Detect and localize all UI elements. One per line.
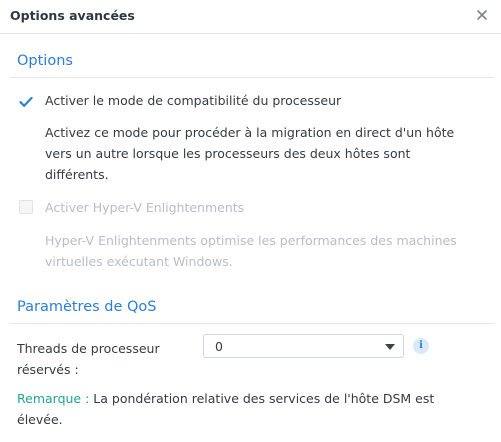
threads-label: Threads de processeur réservés : <box>17 338 160 380</box>
note-line: élevée. <box>17 412 63 427</box>
note-prefix: Remarque : <box>17 391 90 406</box>
hyperv-description: Hyper-V Enlightenments optimise les perf… <box>45 230 485 272</box>
checkmark-icon <box>19 96 33 107</box>
section-divider <box>10 323 494 324</box>
description-line: Activez ce mode pour procéder à la migra… <box>45 125 455 140</box>
threads-label-line: réservés : <box>17 362 79 377</box>
dialog-titlebar: Options avancées <box>0 0 501 34</box>
note-line: Remarque : La pondération relative des s… <box>17 388 477 409</box>
description-line: virtuelles exécutant Windows. <box>45 254 233 269</box>
cpu-compat-description: Activez ce mode pour procéder à la migra… <box>45 122 485 185</box>
threads-select[interactable]: 0 <box>203 334 404 358</box>
hyperv-label: Activer Hyper-V Enlightenments <box>45 200 245 215</box>
options-section-title: Options <box>17 53 73 69</box>
close-icon[interactable] <box>473 6 491 24</box>
description-line: différents. <box>45 167 109 182</box>
chevron-down-icon <box>385 344 395 350</box>
threads-label-line: Threads de processeur <box>17 341 160 356</box>
section-divider <box>10 77 494 78</box>
description-line: Hyper-V Enlightenments optimise les perf… <box>45 233 457 248</box>
description-line: vers un autre lorsque les processeurs de… <box>45 146 411 161</box>
cpu-compat-label[interactable]: Activer le mode de compatibilité du proc… <box>45 93 341 108</box>
qos-note: Remarque : La pondération relative des s… <box>17 388 477 430</box>
note-text: La pondération relative des services de … <box>89 391 435 406</box>
cpu-compat-checkbox[interactable] <box>19 94 33 108</box>
info-icon[interactable]: i <box>413 338 429 354</box>
advanced-options-dialog: Options avancées Options Activer le mode… <box>0 0 501 442</box>
threads-select-value: 0 <box>215 339 223 354</box>
hyperv-checkbox[interactable] <box>19 200 33 214</box>
qos-section-title: Paramètres de QoS <box>17 299 157 315</box>
dialog-title: Options avancées <box>10 8 135 23</box>
